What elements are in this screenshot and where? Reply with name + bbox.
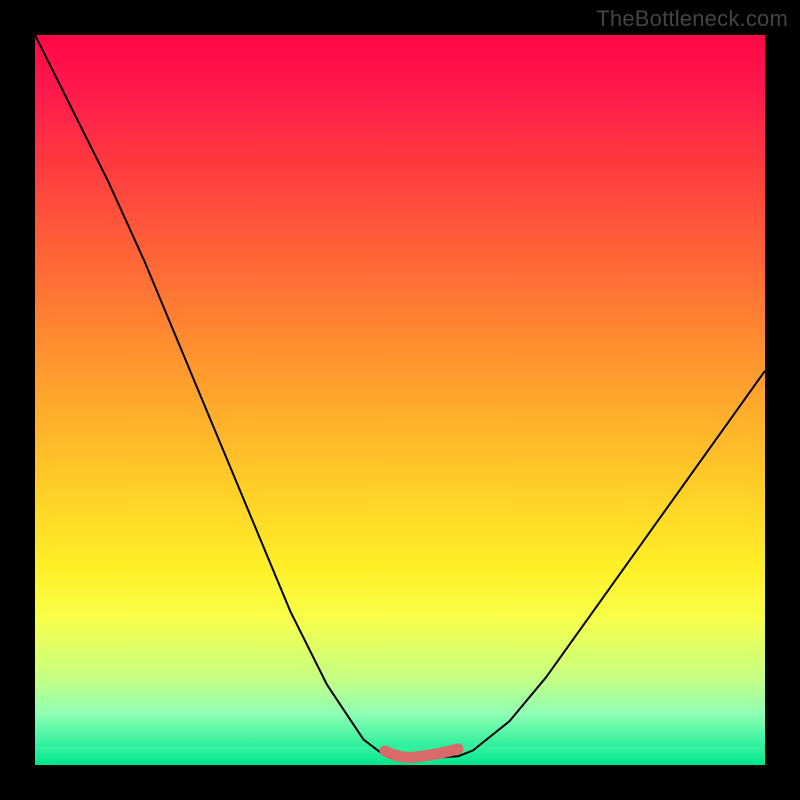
plot-area bbox=[35, 35, 765, 765]
flat-highlight-path bbox=[385, 749, 458, 757]
watermark-text: TheBottleneck.com bbox=[596, 6, 788, 32]
chart-svg bbox=[35, 35, 765, 765]
chart-stage: TheBottleneck.com bbox=[0, 0, 800, 800]
bottleneck-curve-path bbox=[35, 35, 765, 758]
